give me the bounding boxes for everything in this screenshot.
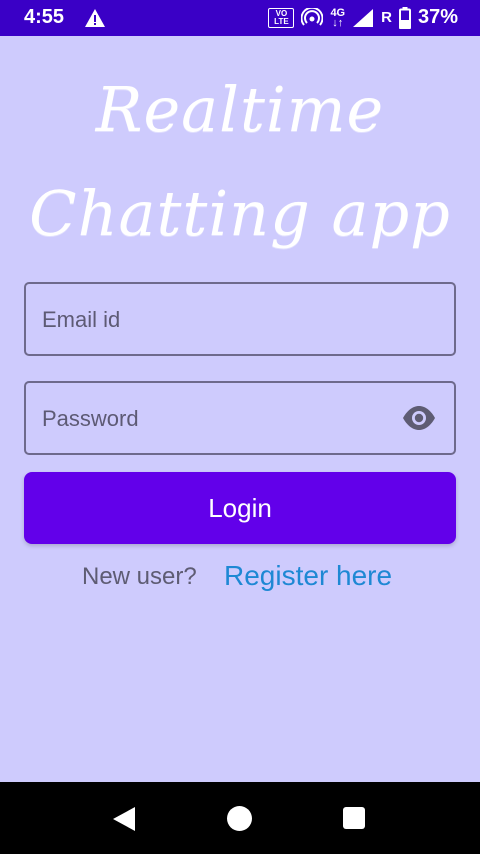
roaming-indicator: R — [381, 9, 392, 26]
register-link[interactable]: Register here — [224, 560, 392, 592]
volte-icon: VO LTE — [268, 7, 295, 28]
navigation-bar — [0, 782, 480, 854]
warning-icon — [85, 9, 105, 27]
app-title-line1: Realtime — [95, 73, 385, 146]
4g-data-icon: 4G ↓↑ — [330, 6, 346, 29]
home-icon[interactable] — [227, 806, 252, 831]
signal-icon — [353, 8, 374, 27]
volte-bottom-text: LTE — [274, 16, 289, 26]
app-title: Realtime Chatting app — [0, 58, 480, 266]
new-user-text: New user? — [82, 563, 197, 590]
eye-icon[interactable] — [402, 405, 436, 431]
email-input[interactable] — [40, 284, 404, 356]
network-type-text: 4G — [330, 6, 346, 19]
battery-percent: 37% — [417, 6, 458, 28]
hotspot-icon — [301, 7, 324, 26]
email-field[interactable] — [24, 282, 456, 356]
battery-icon — [398, 6, 411, 29]
status-bar: 4:55 VO LTE 4G ↓↑ R 37% — [0, 0, 480, 36]
status-icons: VO LTE 4G ↓↑ R 37% — [268, 6, 458, 29]
data-arrows-icon: ↓↑ — [332, 16, 344, 29]
password-input[interactable] — [40, 383, 404, 455]
register-row: New user? Register here — [0, 560, 480, 596]
recents-icon[interactable] — [343, 807, 365, 829]
login-button[interactable]: Login — [24, 472, 456, 544]
app-title-line2: Chatting app — [29, 177, 451, 250]
status-time: 4:55 — [24, 6, 65, 28]
password-field[interactable] — [24, 381, 456, 455]
back-icon[interactable] — [112, 806, 136, 832]
